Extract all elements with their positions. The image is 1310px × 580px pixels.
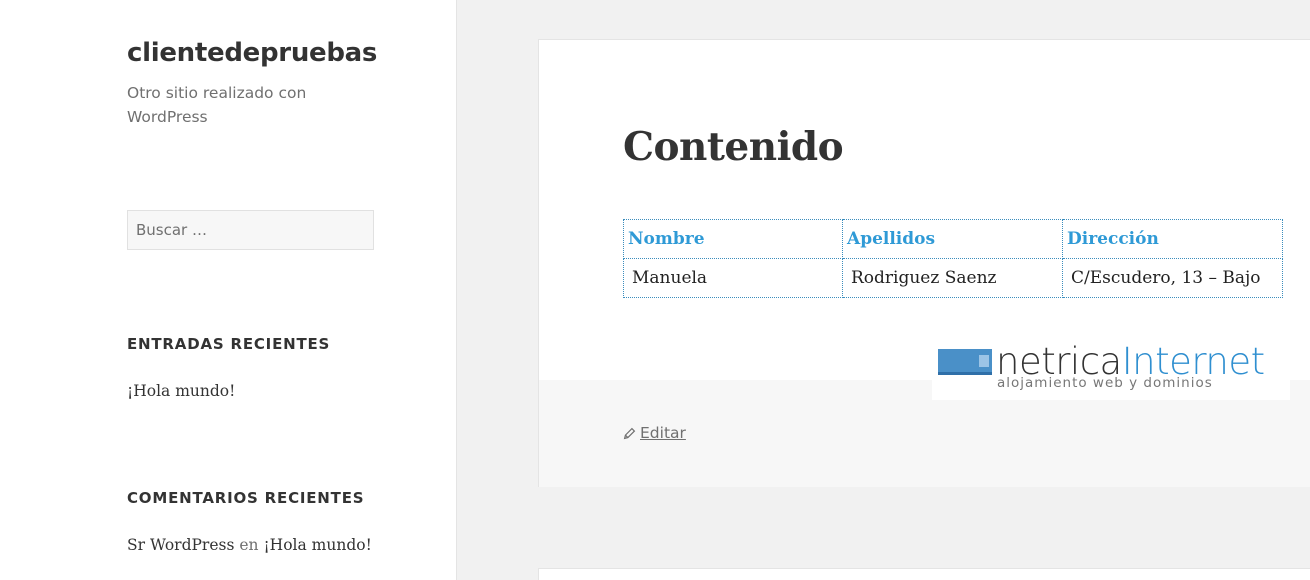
table-header-cell: Apellidos xyxy=(842,219,1063,259)
comment-connector: en xyxy=(239,536,259,554)
recent-post-link[interactable]: ¡Hola mundo! xyxy=(127,382,235,400)
pencil-icon xyxy=(623,427,636,439)
next-post-card xyxy=(538,568,1310,580)
site-description: Otro sitio realizado con WordPress xyxy=(127,84,307,126)
recent-comment: Sr WordPress en ¡Hola mundo! xyxy=(127,536,372,554)
sidebar: clientedepruebas Otro sitio realizado co… xyxy=(0,0,457,580)
table-row: Manuela Rodriguez Saenz C/Escudero, 13 –… xyxy=(623,258,1283,298)
site-title[interactable]: clientedepruebas xyxy=(127,38,377,68)
table-header-cell: Nombre xyxy=(623,219,843,259)
table-cell: Manuela xyxy=(623,258,843,298)
table-cell: Rodriguez Saenz xyxy=(842,258,1063,298)
banner-tagline: alojamiento web y dominios xyxy=(997,375,1213,391)
table-header-row: Nombre Apellidos Dirección xyxy=(623,219,1283,259)
post-title: Contenido xyxy=(623,124,844,170)
search-input[interactable] xyxy=(127,210,374,250)
data-table: Nombre Apellidos Dirección Manuela Rodri… xyxy=(623,219,1283,298)
netrica-logo-icon xyxy=(938,349,992,375)
edit-label: Editar xyxy=(640,424,686,442)
edit-link[interactable]: Editar xyxy=(623,424,686,442)
recent-comments-title: COMENTARIOS RECIENTES xyxy=(127,489,365,507)
comment-post-link[interactable]: ¡Hola mundo! xyxy=(263,536,371,554)
recent-posts-title: ENTRADAS RECIENTES xyxy=(127,335,331,353)
post-card: Contenido Nombre Apellidos Dirección Man… xyxy=(538,39,1310,487)
netrica-banner: netricaInternet alojamiento web y domini… xyxy=(932,340,1290,400)
table-header-cell: Dirección xyxy=(1062,219,1283,259)
comment-author-link[interactable]: Sr WordPress xyxy=(127,536,234,554)
table-cell: C/Escudero, 13 – Bajo xyxy=(1062,258,1283,298)
